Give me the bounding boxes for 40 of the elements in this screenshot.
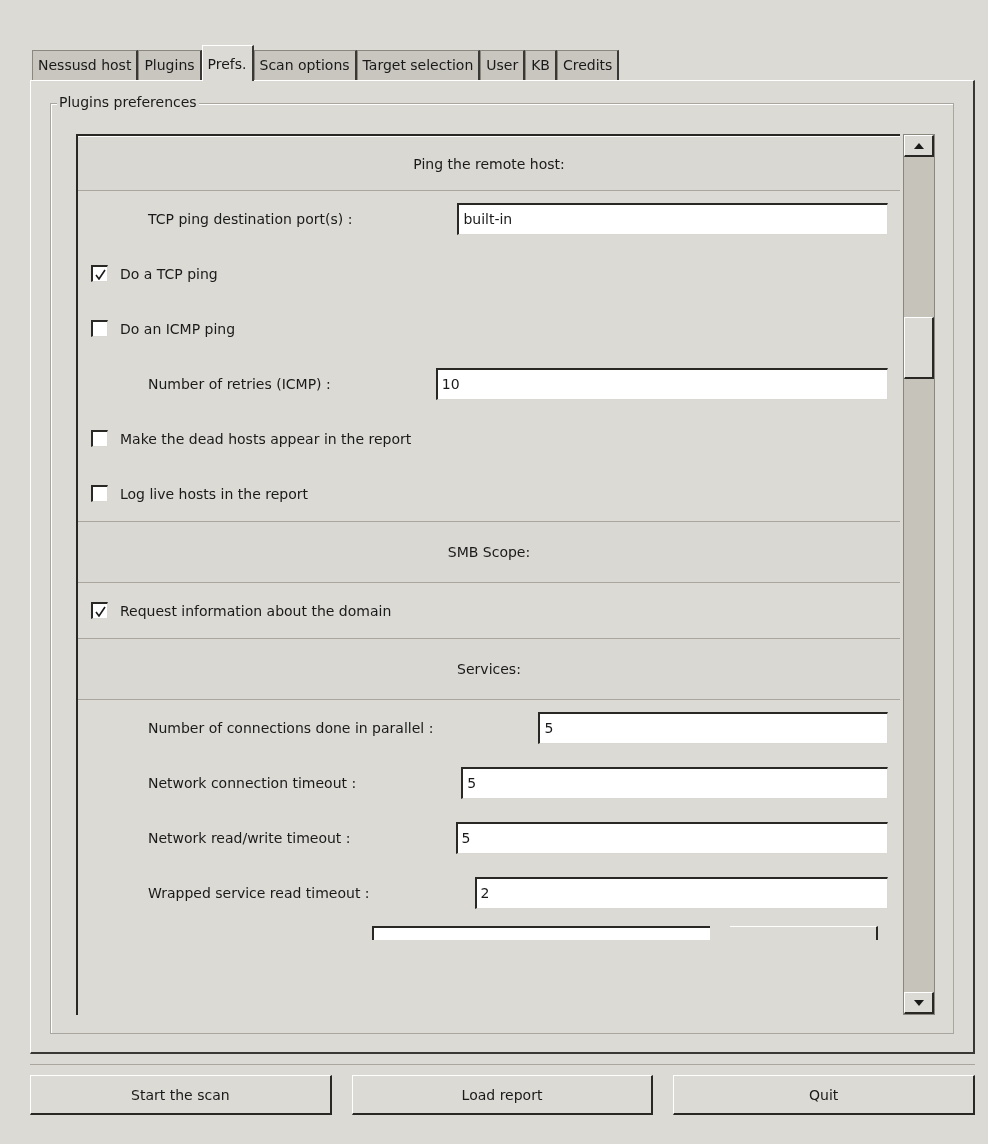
tab[interactable]: KB bbox=[525, 50, 557, 80]
checkbox[interactable] bbox=[91, 430, 108, 447]
tab[interactable]: Plugins bbox=[138, 50, 202, 80]
input-field[interactable]: 5 bbox=[538, 711, 888, 744]
tab[interactable]: Credits bbox=[556, 50, 620, 80]
section-header: Ping the remote host: bbox=[78, 136, 900, 191]
tab[interactable]: Scan options bbox=[253, 50, 357, 80]
input-field[interactable]: 5 bbox=[455, 821, 888, 854]
field-label: Wrapped service read timeout : bbox=[147, 884, 371, 901]
checkbox-label: Do an ICMP ping bbox=[120, 320, 236, 337]
tab[interactable]: User bbox=[480, 50, 526, 80]
checkbox[interactable] bbox=[91, 485, 108, 502]
input-field[interactable]: built-in bbox=[457, 202, 888, 235]
field-label: TCP ping destination port(s) : bbox=[147, 210, 354, 227]
checkbox[interactable] bbox=[91, 265, 108, 282]
section-header: SMB Scope: bbox=[78, 521, 900, 583]
checkbox-label: Request information about the domain bbox=[120, 602, 392, 619]
input-field[interactable]: 10 bbox=[435, 367, 888, 400]
action-button[interactable]: Load report bbox=[351, 1075, 654, 1115]
scrollbar-thumb[interactable] bbox=[904, 317, 934, 379]
checkbox-label: Do a TCP ping bbox=[120, 265, 218, 282]
field-label: Network read/write timeout : bbox=[147, 829, 352, 846]
checkbox[interactable] bbox=[91, 602, 108, 619]
checkbox-label: Log live hosts in the report bbox=[120, 485, 308, 502]
input-field[interactable] bbox=[372, 926, 710, 940]
field-label: Network connection timeout : bbox=[147, 774, 358, 791]
tab[interactable]: Nessusd host bbox=[32, 50, 139, 80]
scrollbar[interactable] bbox=[903, 134, 935, 1015]
action-button[interactable]: Quit bbox=[673, 1075, 975, 1115]
field-label: Number of connections done in parallel : bbox=[147, 719, 435, 736]
input-field[interactable]: 2 bbox=[474, 876, 888, 909]
action-button[interactable]: Start the scan bbox=[30, 1075, 332, 1115]
section-header: Services: bbox=[78, 638, 900, 700]
group-title: Plugins preferences bbox=[57, 94, 199, 110]
field-label: Number of retries (ICMP) : bbox=[147, 375, 332, 392]
tab[interactable]: Prefs. bbox=[201, 45, 254, 81]
checkbox-label: Make the dead hosts appear in the report bbox=[120, 430, 412, 447]
input-field[interactable]: 5 bbox=[461, 766, 888, 799]
tab[interactable]: Target selection bbox=[356, 50, 481, 80]
checkbox[interactable] bbox=[91, 320, 108, 337]
